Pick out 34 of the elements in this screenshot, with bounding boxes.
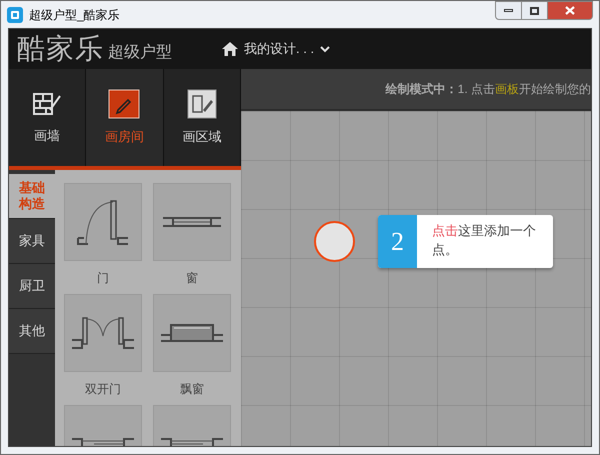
logo: 酷家乐: [17, 35, 104, 63]
window-title: 超级户型_酷家乐: [29, 6, 120, 24]
point-cursor: [314, 221, 355, 262]
category-tab[interactable]: 家具: [9, 219, 55, 264]
area-pencil-icon: [186, 88, 217, 119]
maximize-button[interactable]: [522, 1, 548, 20]
category-tab[interactable]: 厨卫: [9, 264, 55, 309]
minimize-button[interactable]: [495, 1, 522, 20]
chevron-down-icon: [320, 46, 330, 52]
component-label: 双开门: [85, 380, 121, 398]
room-pencil-icon: [108, 88, 140, 119]
instruction-text: 绘制模式中：1. 点击画板开始绘制您的: [386, 81, 591, 98]
component-label: 窗: [186, 270, 198, 286]
app-icon: [7, 6, 23, 22]
category-tab[interactable]: 其他: [9, 309, 55, 354]
tool-button[interactable]: 画房间: [86, 69, 164, 166]
component-tile[interactable]: [64, 294, 142, 372]
component-tile[interactable]: [153, 183, 231, 261]
close-button[interactable]: [548, 1, 593, 20]
drawing-canvas[interactable]: 2 点击这里添加一个点。: [241, 111, 591, 446]
tooltip-text: 点击这里添加一个点。: [431, 222, 537, 259]
component-label: 飘窗: [180, 380, 204, 398]
step-number: 2: [378, 215, 417, 268]
component-label: 门: [97, 270, 109, 286]
bay-window-symbol-icon: [160, 324, 224, 342]
product-name: 超级户型: [108, 42, 172, 63]
designs-dropdown[interactable]: 我的设计. . .: [222, 39, 330, 59]
window-symbol-icon: [162, 217, 222, 227]
double-door-symbol-icon: [71, 317, 135, 349]
door-symbol-icon: [77, 200, 129, 244]
component-tile[interactable]: [64, 183, 142, 261]
home-icon: [222, 42, 238, 56]
component-tile[interactable]: [153, 294, 231, 372]
close-icon: [565, 6, 575, 15]
